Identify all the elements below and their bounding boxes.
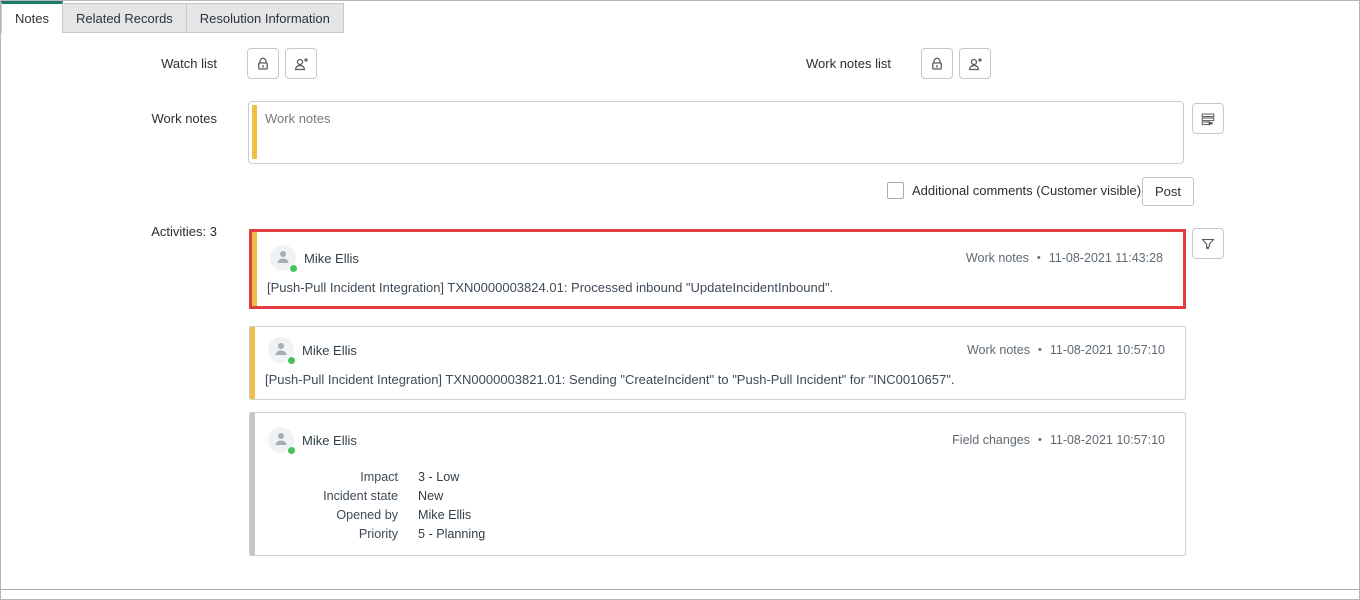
user-avatar-icon [268,431,294,447]
additional-comments-label: Additional comments (Customer visible) [912,183,1142,198]
work-notes-list-label: Work notes list [805,56,891,71]
activity-author: Mike Ellis [304,251,359,266]
field-change-label: Incident state [323,488,398,503]
activity-card[interactable]: Mike Ellis Work notes • 11-08-2021 10:57… [249,326,1186,400]
lock-icon [929,56,945,72]
bottom-divider [1,589,1359,590]
field-change-label: Priority [358,526,398,541]
avatar [268,337,296,365]
activities-header: Activities: 3 [151,224,217,239]
activity-author: Mike Ellis [302,343,357,358]
activity-meta: Work notes • 11-08-2021 11:43:28 [966,251,1163,265]
field-change-row: Opened by Mike Ellis [270,505,485,524]
lock-icon [255,56,271,72]
meta-separator: • [1037,434,1042,446]
filter-icon [1200,236,1216,252]
work-notes-input[interactable] [248,101,1184,164]
field-change-value: 5 - Planning [418,526,486,541]
avatar [270,245,298,273]
activity-card[interactable]: Mike Ellis Work notes • 11-08-2021 11:43… [249,229,1186,309]
add-user-icon [967,56,984,72]
field-change-row: Priority 5 - Planning [270,524,485,543]
user-avatar-icon [270,249,296,265]
activity-meta: Work notes • 11-08-2021 10:57:10 [967,343,1165,357]
activity-stream-button[interactable] [1192,103,1224,134]
tab-resolution-information[interactable]: Resolution Information [186,3,344,33]
field-changes-list: Impact 3 - Low Incident state New Opened… [270,467,485,543]
work-notes-label: Work notes [151,111,217,126]
watch-list-lock-button[interactable] [247,48,279,79]
activity-category: Work notes [965,251,1029,265]
field-change-row: Impact 3 - Low [270,467,485,486]
user-avatar-icon [268,341,294,357]
work-notes-list-lock-button[interactable] [921,48,953,79]
activity-category: Work notes [966,343,1030,357]
tab-notes[interactable]: Notes [1,1,63,33]
activity-timestamp: 11-08-2021 10:57:10 [1049,343,1165,357]
field-change-value: New [418,488,444,503]
presence-online-dot [287,446,296,455]
activity-stream-icon [1200,111,1216,127]
presence-online-dot [289,264,298,273]
field-changes-accent-bar [250,413,255,555]
notes-tab-page: Notes Related Records Resolution Informa… [0,0,1360,600]
activity-timestamp: 11-08-2021 11:43:28 [1048,251,1163,265]
activity-meta: Field changes • 11-08-2021 10:57:10 [952,433,1165,447]
additional-comments-checkbox[interactable] [887,182,904,199]
activity-timestamp: 11-08-2021 10:57:10 [1049,433,1165,447]
form-tabs: Notes Related Records Resolution Informa… [1,1,344,33]
field-change-value: 3 - Low [418,469,460,484]
presence-online-dot [287,356,296,365]
work-notes-list-add-user-button[interactable] [959,48,991,79]
field-change-row: Incident state New [270,486,485,505]
activity-card[interactable]: Mike Ellis Field changes • 11-08-2021 10… [249,412,1186,556]
field-change-value: Mike Ellis [418,507,472,522]
work-notes-accent-bar [252,232,257,306]
work-notes-field-wrap [248,101,1184,164]
watch-list-add-user-button[interactable] [285,48,317,79]
avatar [268,427,296,455]
post-button[interactable]: Post [1142,177,1195,206]
work-notes-accent-bar [250,327,255,399]
field-change-label: Impact [360,469,398,484]
tab-related-records[interactable]: Related Records [62,3,187,33]
activity-body: [Push-Pull Incident Integration] TXN0000… [265,372,955,387]
activity-filter-button[interactable] [1192,228,1224,259]
add-user-icon [293,56,310,72]
field-change-label: Opened by [336,507,398,522]
activity-category: Field changes [952,433,1030,447]
meta-separator: • [1036,252,1041,264]
watch-list-label: Watch list [161,56,217,71]
meta-separator: • [1037,344,1042,356]
activity-author: Mike Ellis [302,433,357,448]
activity-body: [Push-Pull Incident Integration] TXN0000… [267,280,834,295]
